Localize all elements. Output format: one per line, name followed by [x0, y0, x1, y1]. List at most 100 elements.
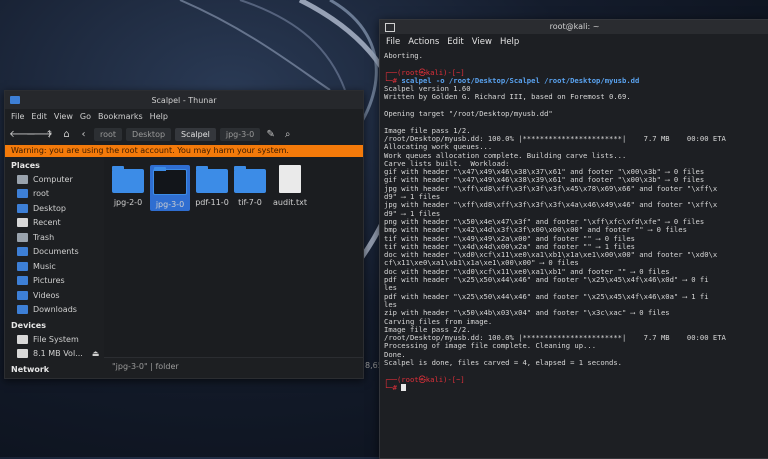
sidebar-item-label: File System — [33, 334, 79, 344]
search-icon[interactable]: ⌕ — [281, 128, 294, 141]
sidebar-item-label: 8.1 MB Vol... — [33, 349, 83, 359]
computer-icon — [17, 174, 28, 184]
text-cursor — [401, 384, 407, 392]
sidebar-item-file-system[interactable]: File System — [5, 332, 103, 347]
folder-icon — [196, 166, 228, 193]
sidebar-item-label: Computer — [33, 174, 73, 184]
terminal-title: root@kali: ~ — [549, 22, 600, 31]
back-arrow-icon[interactable]: 🡐 — [9, 128, 36, 141]
text-file-icon — [279, 165, 301, 193]
terminal-line: jpg with header "\xff\xd8\xff\x3f\x3f\x3… — [384, 183, 718, 193]
drive-icon — [17, 334, 28, 344]
folder-icon — [153, 167, 187, 195]
breadcrumb-desktop[interactable]: Desktop — [126, 127, 172, 141]
file-label: audit.txt — [273, 198, 307, 207]
sidebar-item-desktop[interactable]: Desktop — [5, 201, 103, 216]
pictures-folder-icon — [17, 276, 28, 286]
terminal-line: Processing of image file complete. Clean… — [384, 341, 597, 351]
sidebar-item-downloads[interactable]: Downloads — [5, 303, 103, 318]
sidebar: Places Computer root Desktop Recent Tras… — [5, 157, 103, 378]
desktop-icon — [17, 203, 28, 213]
home-icon[interactable]: ⌂ — [60, 128, 73, 141]
network-header: Network — [11, 365, 50, 374]
menu-actions[interactable]: Actions — [408, 37, 439, 47]
recent-icon — [17, 218, 28, 228]
places-header: Places — [11, 161, 40, 170]
menu-bookmarks[interactable]: Bookmarks — [98, 112, 143, 121]
file-manager-titlebar: Scalpel - Thunar — [5, 91, 363, 109]
music-folder-icon — [17, 261, 28, 271]
terminal-line: pdf with header "\x25\x50\x44\x46" and f… — [384, 291, 709, 301]
file-audit-txt[interactable]: audit.txt — [270, 165, 310, 207]
sidebar-item-trash[interactable]: Trash — [5, 230, 103, 245]
sidebar-item-label: Pictures — [33, 276, 65, 286]
menu-edit[interactable]: Edit — [31, 112, 47, 121]
terminal-window: root@kali: ~ File Actions Edit View Help… — [379, 19, 768, 459]
status-bar: "jpg-3-0" | folder — [104, 357, 363, 375]
sidebar-item-label: Trash — [33, 232, 55, 242]
documents-folder-icon — [17, 247, 28, 257]
menu-edit[interactable]: Edit — [447, 37, 463, 47]
menu-go[interactable]: Go — [80, 112, 91, 121]
downloads-folder-icon — [17, 305, 28, 315]
menu-file[interactable]: File — [11, 112, 24, 121]
root-warning-banner: Warning: you are using the root account.… — [5, 145, 363, 157]
sidebar-item-root[interactable]: root — [5, 187, 103, 202]
sidebar-item-label: Downloads — [33, 305, 77, 315]
file-label: pdf-11-0 — [195, 198, 229, 207]
terminal-line: Opening target "/root/Desktop/myusb.dd" — [384, 109, 553, 119]
sidebar-item-usb-volume[interactable]: 8.1 MB Vol... ⏏ — [5, 347, 103, 362]
file-label: jpg-2-0 — [113, 198, 143, 207]
sidebar-item-label: Documents — [33, 247, 79, 257]
breadcrumb-jpg-3-0[interactable]: jpg-3-0 — [219, 127, 261, 141]
terminal-line: ┌──(root㉿kali)-[~] — [384, 374, 465, 384]
window-title: Scalpel - Thunar — [151, 96, 217, 105]
menu-help[interactable]: Help — [150, 112, 168, 121]
terminal-line: Written by Golden G. Richard III, based … — [384, 92, 631, 102]
terminal-line: └─# — [384, 383, 765, 392]
home-folder-icon — [17, 189, 28, 199]
sidebar-item-label: Recent — [33, 218, 61, 228]
terminal-output[interactable]: Aborting. ┌──(root㉿kali)-[~] └─# scalpel -… — [380, 50, 768, 394]
terminal-titlebar: root@kali: ~ — [380, 20, 768, 34]
breadcrumb-root[interactable]: root — [94, 127, 123, 141]
file-label: jpg-3-0 — [155, 200, 185, 209]
menu-help[interactable]: Help — [500, 37, 519, 47]
chevron-left-icon[interactable]: ‹ — [77, 128, 90, 141]
trash-icon — [17, 232, 28, 242]
file-manager-toolbar: 🡐 🡒 🡑 ⌂ ‹ root Desktop Scalpel jpg-3-0 ✎… — [5, 123, 363, 145]
sidebar-item-videos[interactable]: Videos — [5, 288, 103, 303]
folder-jpg-3-0[interactable]: jpg-3-0 — [150, 165, 190, 211]
folder-icon — [112, 166, 144, 193]
terminal-line: Scalpel is done, files carved = 4, elaps… — [384, 357, 622, 367]
eject-icon[interactable]: ⏏ — [92, 349, 100, 358]
usb-drive-icon — [17, 349, 28, 359]
up-arrow-icon[interactable]: 🡑 — [43, 128, 56, 141]
folder-tif-7-0[interactable]: tif-7-0 — [230, 166, 270, 207]
sidebar-item-pictures[interactable]: Pictures — [5, 274, 103, 289]
menu-file[interactable]: File — [386, 37, 400, 47]
terminal-menubar: File Actions Edit View Help — [380, 34, 768, 50]
forward-arrow-icon[interactable]: 🡒 — [26, 128, 53, 141]
sidebar-item-computer[interactable]: Computer — [5, 172, 103, 187]
folder-pdf-11-0[interactable]: pdf-11-0 — [192, 166, 232, 207]
edit-location-icon[interactable]: ✎ — [264, 128, 277, 141]
sidebar-item-label: Desktop — [33, 203, 66, 213]
menu-view[interactable]: View — [54, 112, 73, 121]
sidebar-item-label: root — [33, 189, 50, 199]
terminal-line: jpg with header "\xff\xd8\xff\x3f\x3f\x3… — [384, 200, 718, 210]
file-manager-menubar: File Edit View Go Bookmarks Help — [5, 109, 363, 123]
sidebar-item-music[interactable]: Music — [5, 259, 103, 274]
terminal-line: Aborting. — [384, 51, 423, 60]
devices-header: Devices — [11, 321, 46, 330]
folder-jpg-2-0[interactable]: jpg-2-0 — [108, 166, 148, 207]
videos-folder-icon — [17, 290, 28, 300]
sidebar-item-documents[interactable]: Documents — [5, 245, 103, 260]
sidebar-item-recent[interactable]: Recent — [5, 216, 103, 231]
sidebar-item-label: Videos — [33, 290, 60, 300]
terminal-line: pdf with header "\x25\x50\x44\x46" and f… — [384, 275, 709, 285]
menu-view[interactable]: View — [472, 37, 492, 47]
breadcrumb-scalpel[interactable]: Scalpel — [175, 127, 216, 141]
file-view: jpg-2-0 jpg-3-0 pdf-11-0 tif-7-0 audit.t… — [104, 157, 363, 357]
folder-icon — [234, 166, 266, 193]
